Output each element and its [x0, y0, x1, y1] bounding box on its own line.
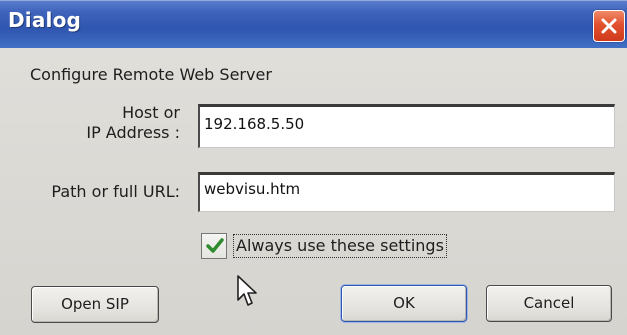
host-label-line1: Host or — [122, 103, 180, 122]
cancel-button[interactable]: Cancel — [486, 285, 612, 322]
path-input[interactable]: webvisu.htm — [198, 172, 615, 212]
window-title: Dialog — [8, 8, 82, 32]
path-label: Path or full URL: — [51, 182, 180, 201]
dialog-window: Dialog Configure Remote Web Server Host … — [0, 0, 627, 335]
checkmark-icon — [206, 238, 224, 253]
ok-button[interactable]: OK — [341, 285, 467, 322]
host-label: Host or IP Address : — [70, 103, 180, 143]
always-use-checkbox[interactable] — [201, 233, 227, 259]
title-bar[interactable]: Dialog — [0, 0, 627, 48]
open-sip-button[interactable]: Open SIP — [31, 286, 159, 323]
always-use-label[interactable]: Always use these settings — [233, 234, 447, 258]
host-label-line2: IP Address : — [86, 123, 180, 142]
host-input[interactable]: 192.168.5.50 — [198, 104, 615, 148]
close-icon — [601, 18, 617, 34]
mouse-cursor-icon — [237, 275, 257, 306]
section-heading: Configure Remote Web Server — [30, 65, 272, 84]
close-button[interactable] — [593, 10, 625, 42]
